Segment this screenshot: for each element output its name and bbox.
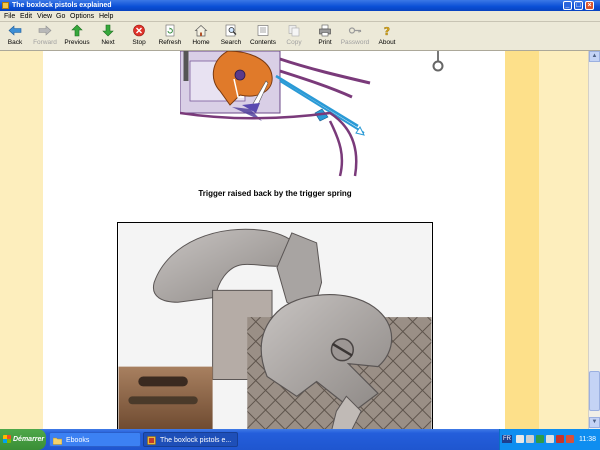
folder-icon <box>53 437 62 445</box>
up-arrow-icon <box>71 24 83 37</box>
home-icon <box>194 25 208 37</box>
maximize-button[interactable]: □ <box>574 1 583 10</box>
ebook-icon <box>147 436 156 445</box>
print-icon <box>319 24 331 37</box>
vertical-scrollbar[interactable]: ▲ ▼ <box>588 51 600 429</box>
forward-arrow-icon <box>38 25 52 36</box>
menu-options[interactable]: Options <box>70 12 94 21</box>
close-button[interactable]: × <box>585 1 594 10</box>
back-button[interactable]: Back <box>3 24 27 50</box>
refresh-button[interactable]: Refresh <box>156 24 184 50</box>
previous-button[interactable]: Previous <box>63 24 91 50</box>
tray-network-icon[interactable] <box>526 435 534 443</box>
about-button[interactable]: ? About <box>376 24 398 50</box>
tray-arrow-icon[interactable] <box>516 435 524 443</box>
start-button[interactable]: Démarrer <box>0 429 46 450</box>
left-margin-band <box>0 51 43 429</box>
scroll-up-button[interactable]: ▲ <box>589 51 600 62</box>
toolbar: Back Forward Previous Next Stop Refresh … <box>0 22 600 51</box>
minimize-button[interactable]: _ <box>563 1 572 10</box>
right-margin-band-light <box>539 51 588 429</box>
menu-edit[interactable]: Edit <box>20 12 32 21</box>
figure-caption: Trigger raised back by the trigger sprin… <box>198 189 352 198</box>
menu-file[interactable]: File <box>4 12 15 21</box>
print-button[interactable]: Print <box>315 24 335 50</box>
windows-logo-icon <box>3 435 11 443</box>
document-view[interactable]: Trigger raised back by the trigger sprin… <box>0 51 588 429</box>
menu-help[interactable]: Help <box>99 12 113 21</box>
svg-text:?: ? <box>384 25 390 37</box>
tray-app-icon[interactable] <box>566 435 574 443</box>
contents-button[interactable]: Contents <box>248 24 278 50</box>
menu-bar: File Edit View Go Options Help <box>0 11 600 22</box>
tray-antivirus-icon[interactable] <box>556 435 564 443</box>
stop-button[interactable]: Stop <box>128 24 150 50</box>
copy-icon <box>288 25 300 37</box>
refresh-icon <box>165 24 175 37</box>
scroll-down-button[interactable]: ▼ <box>589 417 600 428</box>
taskbar: Démarrer Ebooks The boxlock pistols e...… <box>0 429 600 450</box>
menu-view[interactable]: View <box>37 12 52 21</box>
window-title: The boxlock pistols explained <box>12 2 112 9</box>
system-tray: FR 11:38 <box>499 429 600 450</box>
contents-icon <box>257 25 269 36</box>
trigger-mechanism-diagram <box>180 51 371 177</box>
ring-decoration-icon <box>432 51 444 72</box>
search-button[interactable]: Search <box>220 24 242 50</box>
key-icon <box>348 27 362 34</box>
clock[interactable]: 11:38 <box>579 429 596 450</box>
trigger-mechanism-photo <box>117 222 433 429</box>
help-icon: ? <box>384 25 391 37</box>
tray-speaker-icon[interactable] <box>546 435 554 443</box>
home-button[interactable]: Home <box>190 24 212 50</box>
tray-security-icon[interactable] <box>536 435 544 443</box>
right-margin-band-dark <box>505 51 539 429</box>
menu-go[interactable]: Go <box>56 12 65 21</box>
back-arrow-icon <box>8 25 22 36</box>
forward-button[interactable]: Forward <box>30 24 60 50</box>
app-icon <box>2 2 9 9</box>
copy-button[interactable]: Copy <box>284 24 304 50</box>
title-bar[interactable]: The boxlock pistols explained _ □ × <box>0 0 600 11</box>
task-boxlock-pistols[interactable]: The boxlock pistols e... <box>143 432 238 447</box>
language-indicator[interactable]: FR <box>502 435 512 443</box>
stop-icon <box>133 24 145 37</box>
search-icon <box>225 24 237 37</box>
password-button[interactable]: Password <box>340 24 370 50</box>
scroll-thumb[interactable] <box>589 371 600 411</box>
task-ebooks[interactable]: Ebooks <box>49 432 141 447</box>
down-arrow-icon <box>102 24 114 37</box>
next-button[interactable]: Next <box>96 24 120 50</box>
